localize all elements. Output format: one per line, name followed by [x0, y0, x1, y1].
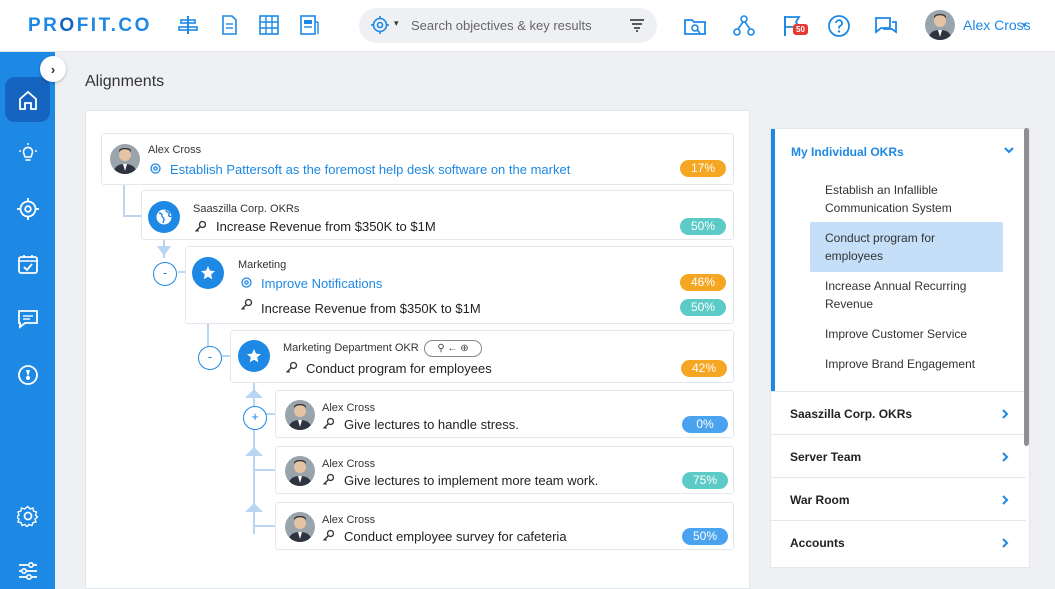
okr-navigator-panel: My Individual OKRs Establish an Infallib…	[770, 128, 1030, 568]
progress-badge: 50%	[680, 299, 726, 316]
star-icon	[238, 340, 270, 372]
progress-badge: 17%	[680, 160, 726, 177]
chevron-right-icon	[1002, 538, 1009, 548]
avatar	[110, 144, 140, 174]
key-result-icon	[241, 298, 253, 310]
key-result-icon	[323, 529, 335, 541]
node-objective-title[interactable]: Improve Notifications	[261, 276, 382, 291]
alignment-node-child[interactable]: Alex Cross Give lectures to handle stres…	[275, 390, 734, 438]
progress-badge: 46%	[680, 274, 726, 291]
key-result-icon	[286, 361, 298, 373]
collapse-toggle[interactable]: -	[198, 346, 222, 370]
alignment-direction-chip[interactable]: ⚲ ← ⊕	[424, 340, 482, 357]
node-owner: Marketing	[238, 259, 287, 271]
chevron-right-icon	[1002, 495, 1009, 505]
chevron-right-icon	[1002, 452, 1009, 462]
okr-list-item[interactable]: Establish an Infallible Communication Sy…	[810, 181, 1003, 217]
group-row[interactable]: Accounts	[771, 520, 1026, 563]
node-title[interactable]: Increase Revenue from $350K to $1M	[216, 219, 436, 234]
alignment-node-child[interactable]: Alex Cross Conduct employee survey for c…	[275, 502, 734, 550]
node-title[interactable]: Conduct employee survey for cafeteria	[344, 529, 567, 544]
avatar	[285, 512, 315, 542]
node-title[interactable]: Conduct program for employees	[306, 361, 492, 376]
node-owner: Alex Cross	[322, 458, 376, 470]
alignment-node-marketing[interactable]: Marketing Improve Notifications 46% Incr…	[185, 246, 734, 324]
section-title[interactable]: My Individual OKRs	[791, 145, 904, 159]
okr-list-item[interactable]: Improve Customer Service	[810, 325, 1003, 343]
progress-badge: 42%	[681, 360, 727, 377]
group-label: Server Team	[790, 450, 862, 464]
star-icon	[192, 257, 224, 289]
alignment-node-root[interactable]: Alex Cross Establish Pattersoft as the f…	[101, 133, 734, 185]
expand-toggle[interactable]: +	[243, 406, 267, 430]
okr-list-item[interactable]: Increase Annual Recurring Revenue	[810, 277, 1003, 313]
node-owner: Alex Cross	[322, 514, 376, 526]
objective-icon	[241, 277, 252, 288]
key-result-icon	[323, 473, 335, 485]
globe-icon	[148, 201, 180, 233]
node-owner: Alex Cross	[148, 144, 202, 156]
avatar	[285, 400, 315, 430]
help-icon[interactable]	[826, 13, 852, 39]
node-owner: Marketing Department OKR	[283, 342, 419, 354]
chevron-down-icon[interactable]	[1002, 143, 1016, 157]
chat-icon[interactable]	[873, 13, 899, 39]
user-avatar[interactable]	[925, 10, 955, 40]
node-owner: Saaszilla Corp. OKRs	[193, 203, 300, 215]
node-title[interactable]: Establish Pattersoft as the foremost hel…	[170, 162, 570, 177]
group-row[interactable]: Saaszilla Corp. OKRs	[771, 391, 1026, 434]
key-result-icon	[195, 220, 207, 232]
progress-badge: 50%	[680, 218, 726, 235]
node-title[interactable]: Give lectures to handle stress.	[344, 417, 519, 432]
chevron-right-icon	[1002, 409, 1009, 419]
avatar	[285, 456, 315, 486]
node-title[interactable]: Give lectures to implement more team wor…	[344, 473, 598, 488]
group-row[interactable]: Server Team	[771, 434, 1026, 477]
progress-badge: 50%	[682, 528, 728, 545]
objective-icon	[150, 163, 161, 174]
key-result-icon	[323, 417, 335, 429]
alignment-node-department[interactable]: Marketing Department OKR Conduct program…	[230, 330, 734, 383]
group-row[interactable]: War Room	[771, 477, 1026, 520]
notification-count-badge: 50	[793, 24, 808, 35]
progress-badge: 0%	[682, 416, 728, 433]
progress-badge: 75%	[682, 472, 728, 489]
section-my-individual-okrs: My Individual OKRs Establish an Infallib…	[771, 129, 1026, 391]
right-panel-scrollbar[interactable]	[1024, 128, 1029, 446]
node-key-result-title[interactable]: Increase Revenue from $350K to $1M	[261, 301, 481, 316]
okr-list-item[interactable]: Improve Brand Engagement	[810, 355, 1003, 373]
user-menu-caret[interactable]: ▾	[1022, 20, 1027, 31]
group-label: War Room	[790, 493, 850, 507]
node-owner: Alex Cross	[322, 402, 376, 414]
user-name[interactable]: Alex Cross	[963, 17, 1031, 33]
collapse-toggle[interactable]: -	[153, 262, 177, 286]
okr-list-item-selected[interactable]: Conduct program for employees	[810, 222, 1003, 272]
alignment-node-child[interactable]: Alex Cross Give lectures to implement mo…	[275, 446, 734, 494]
group-label: Saaszilla Corp. OKRs	[790, 407, 913, 421]
alignment-node-corp[interactable]: Saaszilla Corp. OKRs Increase Revenue fr…	[141, 190, 734, 240]
group-label: Accounts	[790, 536, 845, 550]
